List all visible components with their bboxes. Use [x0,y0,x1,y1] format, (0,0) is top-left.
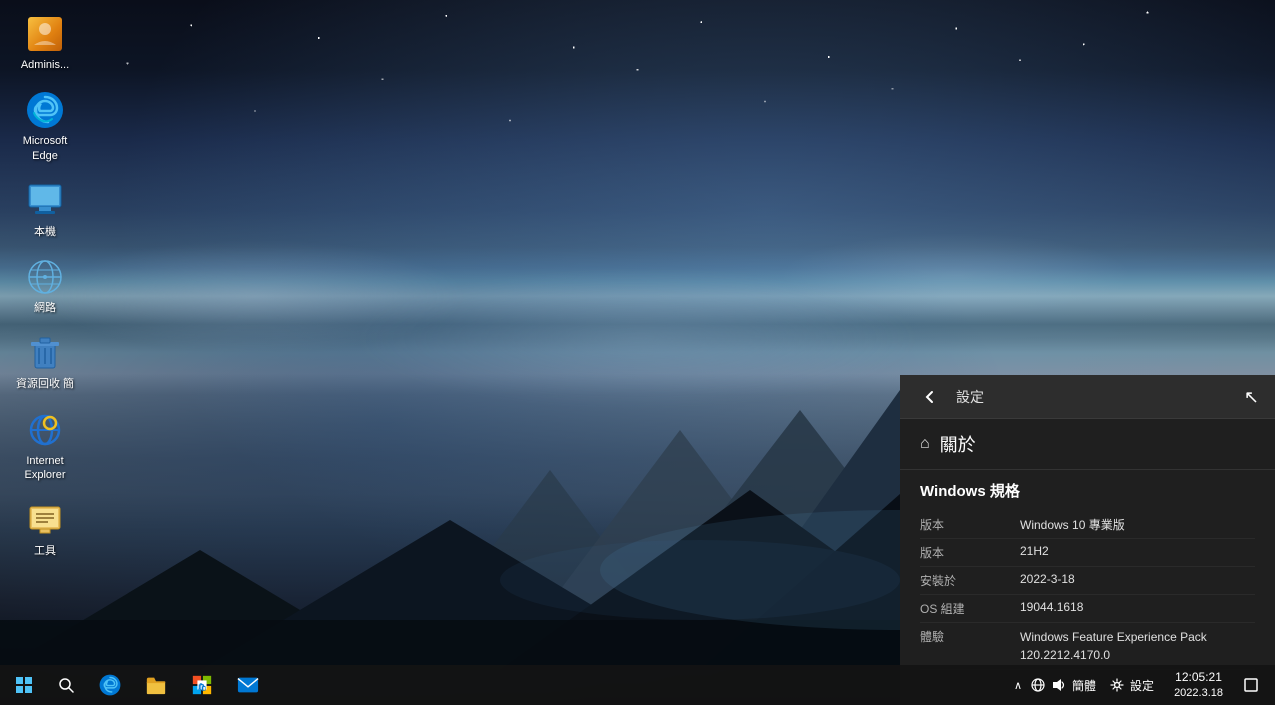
recyclebin-icon-label: 資源回收 簡 [16,377,74,391]
systray-network-icon[interactable] [1030,677,1046,693]
spec-row-edition: 版本 Windows 10 專業版 [920,511,1255,539]
spec-label-experience: 體驗 [920,628,1020,645]
settings-header: 設定 ↖ [900,375,1275,419]
search-icon [58,677,74,693]
settings-title-label: 設定 [956,387,984,407]
systray-show-hidden-button[interactable]: ∧ [1010,679,1026,692]
taskbar-right-area: ∧ 簡體 [1010,665,1275,705]
taskbar-settings-button[interactable]: 設定 [1102,665,1162,705]
notification-icon [1243,677,1259,693]
settings-gear-icon [1110,678,1124,692]
spec-value-edition: Windows 10 專業版 [1020,516,1255,533]
desktop-icon-administrator[interactable]: Adminis... [5,10,85,76]
spec-label-edition: 版本 [920,516,1020,533]
desktop: Adminis... Microsoft Edge [0,0,1275,705]
network-systray-icon [1030,677,1046,693]
spec-value-experience: Windows Feature Experience Pack120.2212.… [1020,628,1255,664]
about-title-label: 關於 [940,431,976,457]
desktop-icon-ie[interactable]: Internet Explorer [5,406,85,487]
taskbar-store-icon: 🛍 [191,674,213,696]
spec-label-version: 版本 [920,544,1020,561]
taskbar-edge-button[interactable] [88,665,132,705]
spec-label-install-date: 安裝於 [920,572,1020,589]
taskbar-settings-label: 設定 [1130,677,1154,694]
home-icon: ⌂ [920,435,930,453]
sound-systray-icon [1050,677,1066,693]
spec-row-install-date: 安裝於 2022-3-18 [920,567,1255,595]
systray-language-icon[interactable]: 簡體 [1070,677,1098,694]
clock-time-display: 12:05:21 [1175,670,1222,686]
administrator-icon-label: Adminis... [21,58,69,72]
windows-specs-heading: Windows 規格 [900,470,1275,507]
desktop-icon-edge[interactable]: Microsoft Edge [5,86,85,167]
spec-row-version: 版本 21H2 [920,539,1255,567]
desktop-icon-network[interactable]: 網路 [5,253,85,319]
spec-value-os-build: 19044.1618 [1020,600,1255,617]
windows-logo-icon [16,677,32,693]
taskbar-fileexplorer-button[interactable] [134,665,178,705]
svg-text:🛍: 🛍 [197,683,206,692]
notification-center-button[interactable] [1235,665,1267,705]
start-button[interactable] [0,665,48,705]
taskbar-store-button[interactable]: 🛍 [180,665,224,705]
settings-panel: 設定 ↖ ⌂ 關於 Windows 規格 版本 Windows 10 專業版 版… [900,375,1275,705]
desktop-icons-container: Adminis... Microsoft Edge [5,10,85,563]
spec-row-experience: 體驗 Windows Feature Experience Pack120.22… [920,623,1255,670]
taskbar: 🛍 ∧ [0,665,1275,705]
taskbar-mail-button[interactable] [226,665,270,705]
desktop-icon-recyclebin[interactable]: 資源回收 簡 [5,329,85,395]
about-section-header: ⌂ 關於 [900,419,1275,470]
taskbar-edge-icon [99,674,121,696]
edge-icon-label: Microsoft Edge [9,134,81,163]
spec-value-install-date: 2022-3-18 [1020,572,1255,589]
spec-value-version: 21H2 [1020,544,1255,561]
taskbar-clock[interactable]: 12:05:21 2022.3.18 [1166,665,1231,705]
ie-icon-label: Internet Explorer [9,454,81,483]
taskbar-mail-icon [237,675,259,695]
tools-icon-label: 工具 [34,544,56,558]
desktop-icon-thispc[interactable]: 本機 [5,177,85,243]
spec-label-os-build: OS 組建 [920,600,1020,617]
taskbar-fileexplorer-icon [145,674,167,696]
taskbar-pinned-apps: 🛍 [84,665,1010,705]
taskbar-search-button[interactable] [48,665,84,705]
thispc-icon-label: 本機 [34,225,56,239]
spec-row-os-build: OS 組建 19044.1618 [920,595,1255,623]
clock-date-display: 2022.3.18 [1174,686,1223,700]
desktop-icon-tools[interactable]: 工具 [5,496,85,562]
systray-sound-icon[interactable] [1050,677,1066,693]
settings-back-button[interactable] [916,383,944,411]
network-icon-label: 網路 [34,301,56,315]
cursor-indicator: ↖ [1244,387,1259,408]
